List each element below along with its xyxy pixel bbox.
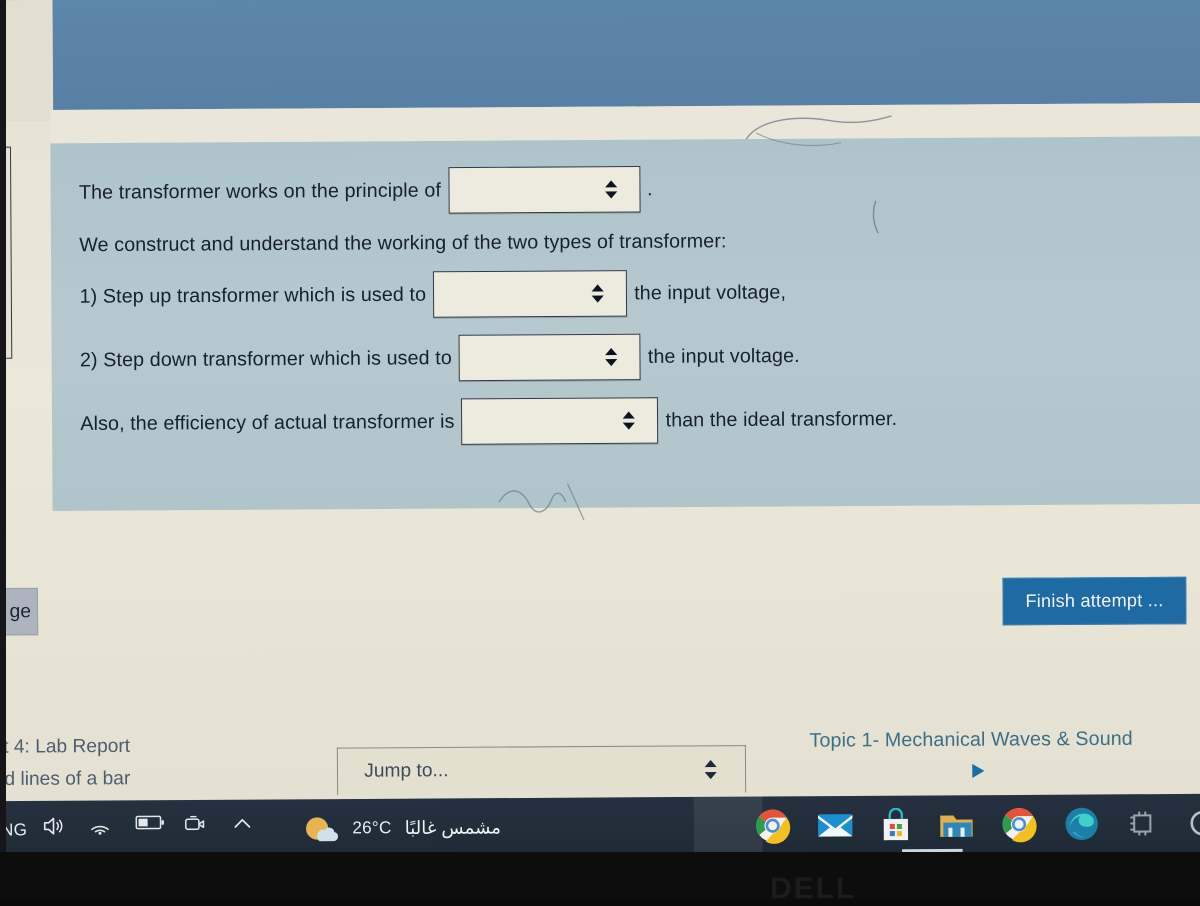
jump-to-label: Jump to... [364, 760, 448, 783]
line5-text-after: than the ideal transformer. [666, 407, 898, 432]
taskbar-system-tray: NG [1, 798, 501, 860]
updown-arrows-icon [705, 760, 717, 779]
previous-activity-line1: periment 4: Lab Report [0, 731, 130, 765]
line1-text-before: The transformer works on the principle o… [79, 179, 441, 204]
play-triangle-icon [972, 764, 984, 778]
question-line-1: The transformer works on the principle o… [79, 163, 1200, 216]
mail-icon[interactable] [817, 811, 854, 840]
updown-arrows-icon [605, 179, 617, 199]
question-line-3: 1) Step up transformer which is used to … [79, 267, 1200, 320]
line1-text-after: . [647, 178, 653, 201]
chrome-icon-2[interactable] [1001, 806, 1038, 843]
sun-cloud-icon[interactable] [301, 811, 340, 846]
photographed-screen: The transformer works on the principle o… [0, 0, 1200, 900]
updown-arrows-icon [605, 347, 617, 367]
line4-text-before: 2) Step down transformer which is used t… [80, 346, 452, 372]
battery-icon[interactable] [135, 812, 170, 847]
task-manager-icon[interactable] [1126, 808, 1156, 838]
file-explorer-icon[interactable] [938, 809, 975, 840]
question-line-2: We construct and understand the working … [79, 227, 1200, 257]
chevron-up-icon[interactable] [230, 812, 265, 847]
opera-icon[interactable] [1183, 808, 1200, 838]
updown-arrows-icon [623, 410, 635, 430]
taskbar-app-icons [754, 794, 1200, 855]
previous-activity-link[interactable]: periment 4: Lab Report netic field lines… [0, 731, 130, 797]
line5-text-before: Also, the efficiency of actual transform… [80, 410, 454, 436]
edge-icon[interactable] [1063, 806, 1100, 843]
finish-attempt-button[interactable]: Finish attempt ... [1002, 577, 1186, 626]
select-principle[interactable] [448, 166, 640, 214]
select-step-down[interactable] [459, 334, 641, 382]
next-activity-link[interactable]: Topic 1- Mechanical Waves & Sound [809, 728, 1132, 753]
chrome-icon[interactable] [754, 807, 791, 844]
monitor-bezel [0, 852, 1200, 900]
header-left-gutter [0, 0, 53, 121]
photo-left-edge [0, 0, 6, 858]
microsoft-store-icon[interactable] [880, 808, 913, 843]
question-line-5: Also, the efficiency of actual transform… [80, 394, 1200, 447]
question-panel: The transformer works on the principle o… [50, 136, 1200, 511]
question-line-4: 2) Step down transformer which is used t… [80, 330, 1200, 383]
wifi-icon[interactable] [88, 813, 123, 848]
monitor-brand-logo: DELL [770, 872, 856, 906]
question-body: The transformer works on the principle o… [79, 161, 1200, 448]
speaker-icon[interactable] [40, 813, 75, 848]
line3-text-before: 1) Step up transformer which is used to [79, 283, 426, 308]
weather-condition-text[interactable]: مشمس غالبًا [405, 817, 501, 839]
jump-to-select[interactable]: Jump to... [337, 745, 746, 795]
updown-arrows-icon [592, 283, 604, 303]
previous-activity-line2: netic field lines of a bar [0, 763, 130, 797]
site-header-band [49, 0, 1200, 110]
webcam-icon[interactable] [183, 812, 218, 847]
temperature-text[interactable]: 26°C [352, 818, 391, 838]
line4-text-after: the input voltage. [648, 344, 800, 368]
monitor-screen: The transformer works on the principle o… [0, 0, 1200, 867]
select-step-up[interactable] [433, 270, 627, 318]
line3-text-after: the input voltage, [634, 281, 786, 305]
select-efficiency[interactable] [461, 397, 658, 445]
taskbar-active-highlight [694, 797, 763, 856]
line2-text: We construct and understand the working … [79, 230, 726, 257]
